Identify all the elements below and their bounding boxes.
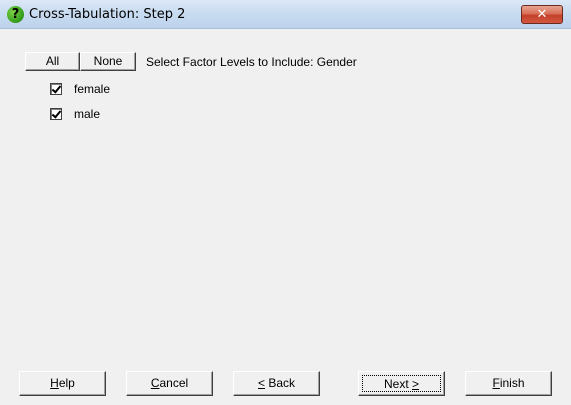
select-all-button[interactable]: All [25,52,80,71]
checkbox-checked-icon[interactable] [50,83,62,95]
select-none-button[interactable]: None [80,52,136,71]
back-mnemonic: < [257,376,265,390]
focus-rectangle: Next > [362,375,441,392]
finish-button[interactable]: Finish [465,371,552,396]
title-bar: ? Cross-Tabulation: Step 2 ✕ [0,0,571,29]
next-label: Next [383,377,412,391]
back-button[interactable]: < Back [233,371,320,396]
finish-mnemonic: F [492,376,500,390]
help-button[interactable]: Help [19,371,106,396]
cancel-label: ancel [159,376,189,390]
dialog-body: All None Select Factor Levels to Include… [0,29,571,405]
help-label: elp [58,376,75,390]
help-mnemonic: H [50,376,59,390]
back-label: Back [265,376,296,390]
help-question-icon: ? [7,6,24,23]
next-mnemonic: > [412,377,420,391]
level-label: male [74,107,101,121]
instruction-label: Select Factor Levels to Include: Gender [146,55,357,69]
level-label: female [74,82,111,96]
checkbox-checked-icon[interactable] [50,108,62,120]
next-button[interactable]: Next > [358,371,445,396]
close-button[interactable]: ✕ [521,5,563,24]
cancel-button[interactable]: Cancel [126,371,213,396]
finish-label: inish [499,376,525,390]
close-icon: ✕ [536,7,548,22]
window-title: Cross-Tabulation: Step 2 [29,7,186,22]
